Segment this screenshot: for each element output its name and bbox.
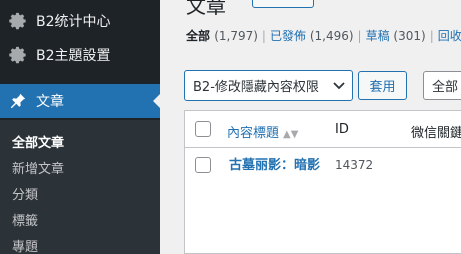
posts-submenu: 全部文章 新增文章 分類 標籤 專題: [0, 120, 160, 254]
gear-icon: [0, 12, 36, 30]
column-id[interactable]: ID: [335, 122, 349, 137]
select-all-checkbox[interactable]: [195, 121, 211, 137]
sidebar-item-b2-settings[interactable]: B2主題設置: [0, 38, 160, 72]
submenu-topics[interactable]: 專題: [12, 236, 38, 254]
submenu-add-new[interactable]: 新增文章: [12, 158, 64, 177]
sidebar-item-posts[interactable]: 文章: [0, 84, 161, 118]
bulk-actions-value: B2-修改隱藏內容权限: [193, 80, 319, 95]
table-header: 內容標題 ▲▼ ID 微信關鍵: [185, 111, 461, 148]
column-wechat: 微信關鍵: [411, 126, 461, 141]
submenu-categories[interactable]: 分類: [12, 184, 38, 203]
row-checkbox[interactable]: [195, 157, 211, 173]
column-title[interactable]: 內容標題 ▲▼: [227, 122, 298, 141]
sidebar-item-label: B2统计中心: [36, 14, 111, 30]
gear-icon: [0, 46, 36, 64]
sidebar-item-label: B2主題設置: [36, 48, 111, 64]
main-content: 文章 全部 (1,797) | 已發佈 (1,496) | 草稿 (301) | 回收 B2…: [160, 0, 461, 254]
submenu-tags[interactable]: 標籤: [12, 210, 38, 229]
sort-icon: ▲▼: [283, 129, 299, 140]
filter-draft[interactable]: 草稿 (301): [366, 29, 426, 43]
post-id: 14372: [335, 158, 374, 172]
apply-button[interactable]: 套用: [358, 71, 407, 100]
post-title-link[interactable]: 古墓丽影：暗影: [229, 156, 327, 176]
sidebar-item-b2-stats[interactable]: B2统计中心: [0, 4, 160, 38]
status-filters: 全部 (1,797) | 已發佈 (1,496) | 草稿 (301) | 回收: [186, 29, 461, 43]
page-title: 文章: [186, 0, 226, 18]
pin-icon: [0, 92, 36, 110]
sidebar-item-label: 文章: [36, 94, 64, 110]
add-new-button[interactable]: [252, 0, 314, 8]
admin-sidebar: B2统计中心 B2主題設置 文章 全部文章 新增文章 分類 標籤 專題: [0, 0, 161, 254]
filter-trash[interactable]: 回收: [438, 29, 461, 43]
submenu-all-posts[interactable]: 全部文章: [12, 132, 64, 151]
chevron-down-icon: [332, 78, 346, 96]
bulk-actions-select[interactable]: B2-修改隱藏內容权限: [184, 70, 353, 101]
posts-table: 內容標題 ▲▼ ID 微信關鍵 古墓丽影：暗影 14372: [184, 110, 461, 254]
filter-published[interactable]: 已發佈 (1,496): [270, 29, 354, 43]
date-filter-select[interactable]: 全部: [423, 71, 461, 100]
filter-all[interactable]: 全部 (1,797): [186, 29, 258, 43]
